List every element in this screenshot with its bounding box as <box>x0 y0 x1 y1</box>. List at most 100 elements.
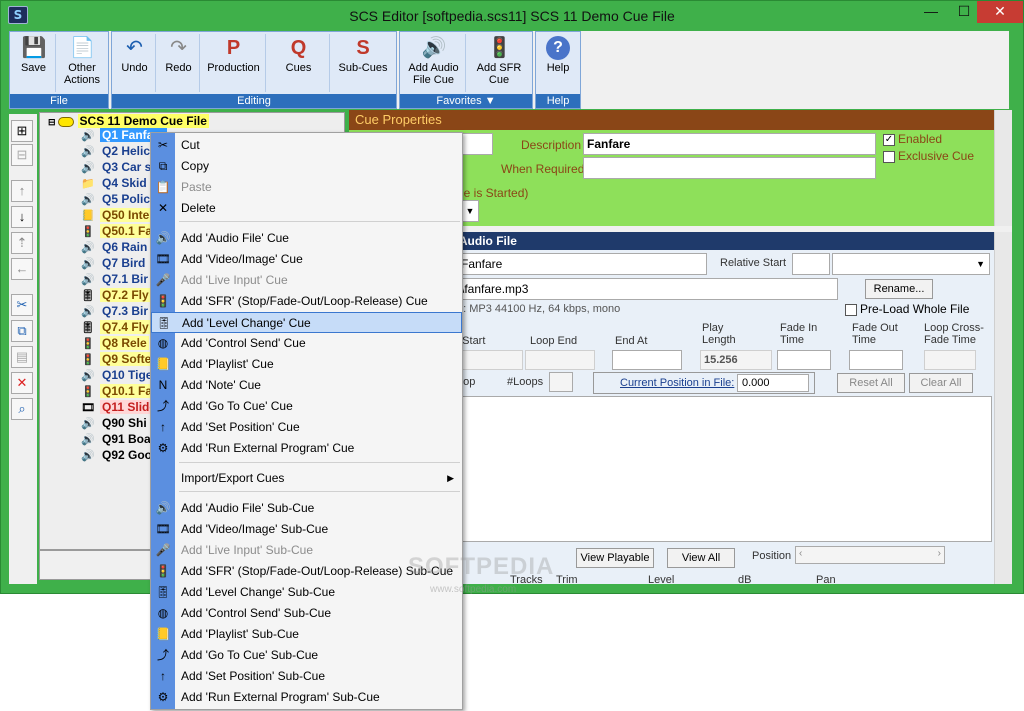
chevron-right-icon[interactable]: › <box>938 548 941 559</box>
view-playable-button[interactable]: View Playable <box>576 548 654 568</box>
move-down-icon[interactable]: ↓ <box>11 206 33 228</box>
expand-all-icon[interactable]: ⊞ <box>11 120 33 142</box>
menu-item[interactable]: ✂ Cut <box>151 135 462 156</box>
tree-item[interactable]: 📁 Q4 Skid <box>80 176 149 192</box>
menu-item[interactable]: N Add 'Note' Cue <box>151 375 462 396</box>
tree-item[interactable]: 📒 Q50 Inte <box>80 208 152 224</box>
delete-icon[interactable]: ✕ <box>11 372 33 394</box>
tree-item[interactable]: 🔊 Q2 Helic <box>80 144 152 160</box>
description-field[interactable]: Fanfare <box>583 133 876 155</box>
position-scrollbar[interactable]: ‹ › <box>795 546 945 564</box>
find-icon[interactable]: ⌕ <box>11 398 33 420</box>
save-button[interactable]: 💾 Save <box>12 34 56 92</box>
tree-item[interactable]: 🎚 Q7.4 Fly <box>80 320 151 336</box>
collapse-node-icon[interactable]: ⊟ <box>48 117 56 127</box>
menu-item[interactable]: 🚦 Add 'SFR' (Stop/Fade-Out/Loop-Release) … <box>151 291 462 312</box>
tree-item[interactable]: 🔊 Q7 Bird <box>80 256 147 272</box>
menu-item[interactable]: ◍ Add 'Control Send' Sub-Cue <box>151 603 462 624</box>
subcues-button[interactable]: S Sub-Cues ▼ <box>332 34 394 104</box>
scissors-icon[interactable]: ✂ <box>11 294 33 316</box>
close-button[interactable]: ✕ <box>977 1 1023 23</box>
rename-button[interactable]: Rename... <box>865 279 933 299</box>
menu-item[interactable]: 📒 Add 'Playlist' Sub-Cue <box>151 624 462 645</box>
undo-button[interactable]: ↶ Undo ▼ <box>114 34 156 104</box>
fade-in-field[interactable] <box>777 350 831 370</box>
collapse-icon[interactable]: ⊟ <box>11 144 33 166</box>
tree-root[interactable]: ⊟ SCS 11 Demo Cue File <box>48 114 209 128</box>
tree-item[interactable]: 🔊 Q7.3 Bir <box>80 304 150 320</box>
fade-out-field[interactable] <box>849 350 903 370</box>
menu-item[interactable]: ⚙ Add 'Run External Program' Cue <box>151 438 462 459</box>
copy-icon[interactable]: ⧉ <box>11 320 33 342</box>
clear-all-button[interactable]: Clear All <box>909 373 973 393</box>
loop-end-field[interactable] <box>525 350 595 370</box>
tree-item[interactable]: 🎚 Q7.2 Fly <box>80 288 151 304</box>
tree-item[interactable]: 🔊 Q7.1 Bir <box>80 272 150 288</box>
menu-item[interactable]: 📒 Add 'Playlist' Cue <box>151 354 462 375</box>
subcue-name-field[interactable]: Fanfare <box>457 253 707 275</box>
paste-icon[interactable]: ▤ <box>11 346 33 368</box>
redo-button[interactable]: ↷ Redo ▼ <box>158 34 200 104</box>
maximize-button[interactable]: ☐ <box>949 1 979 23</box>
add-audio-file-cue-button[interactable]: 🔊 Add Audio File Cue <box>402 34 466 92</box>
menu-item[interactable]: 🎞 Add 'Video/Image' Sub-Cue <box>151 519 462 540</box>
tree-item[interactable]: 🚦 Q9 Softe <box>80 352 154 368</box>
when-required-field[interactable] <box>583 157 876 179</box>
menu-item[interactable]: 🎚 Add 'Level Change' Sub-Cue <box>151 582 462 603</box>
relative-start-field[interactable] <box>792 253 830 275</box>
reset-all-button[interactable]: Reset All <box>837 373 905 393</box>
end-at-field[interactable] <box>612 350 682 370</box>
minimize-button[interactable]: — <box>916 1 946 23</box>
tree-item[interactable]: 🎞 Q11 Slide <box>80 400 159 416</box>
tree-item[interactable]: 🔊 Q10 Tige <box>80 368 154 384</box>
tree-item[interactable]: 🔊 Q5 Polic <box>80 192 152 208</box>
tree-item[interactable]: 🚦 Q50.1 Fa <box>80 224 155 240</box>
move-up-icon[interactable]: ↑ <box>11 180 33 202</box>
cue-number-field[interactable] <box>461 133 493 155</box>
loop-crossfade-field[interactable] <box>924 350 976 370</box>
tree-item[interactable]: 🔊 Q92 Goo <box>80 448 154 464</box>
move-left-icon[interactable]: ← <box>11 258 33 280</box>
menu-item[interactable]: ↑ Add 'Set Position' Cue <box>151 417 462 438</box>
relative-start-dropdown[interactable]: ▼ <box>832 253 990 275</box>
menu-item[interactable]: Import/Export Cues ▶ <box>151 468 462 489</box>
menu-item[interactable]: ↑ Add 'Set Position' Sub-Cue <box>151 666 462 687</box>
menu-item[interactable]: 🔊 Add 'Audio File' Cue <box>151 228 462 249</box>
menu-item[interactable]: ⤴ Add 'Go To Cue' Sub-Cue <box>151 645 462 666</box>
tree-item[interactable]: 🔊 Q90 Shi <box>80 416 149 432</box>
loops-field[interactable] <box>549 372 573 392</box>
tree-item[interactable]: 🔊 Q3 Car s <box>80 160 153 176</box>
activation-dropdown-arrow-icon[interactable]: ▼ <box>461 200 479 222</box>
tree-item[interactable]: 🚦 Q8 Rele <box>80 336 149 352</box>
properties-scrollbar[interactable] <box>994 110 1012 226</box>
loop-start-field[interactable] <box>461 350 523 370</box>
tree-item[interactable]: 🔊 Q91 Boa <box>80 432 153 448</box>
add-sfr-cue-button[interactable]: 🚦 Add SFR Cue <box>468 34 530 92</box>
current-position-label[interactable]: Current Position in File: <box>620 377 734 389</box>
audio-file-field[interactable]: \fanfare.mp3 <box>457 278 838 300</box>
menu-item[interactable]: ◍ Add 'Control Send' Cue <box>151 333 462 354</box>
menu-item[interactable]: 🔊 Add 'Audio File' Sub-Cue <box>151 498 462 519</box>
cues-button[interactable]: Q Cues ▼ <box>268 34 330 104</box>
menu-item[interactable]: 🎚 Add 'Level Change' Cue <box>151 312 462 333</box>
tree-item[interactable]: 🚦 Q10.1 Fa <box>80 384 155 400</box>
preload-checkbox[interactable]: Pre-Load Whole File <box>845 302 969 316</box>
menu-item[interactable]: ⧉ Copy <box>151 156 462 177</box>
menu-item[interactable]: ✕ Delete <box>151 198 462 219</box>
move-up-out-icon[interactable]: ⇡ <box>11 232 33 254</box>
favorites-dropdown[interactable]: Favorites ▼ <box>400 94 532 108</box>
help-button[interactable]: ? Help <box>538 34 578 92</box>
waveform-area[interactable] <box>457 396 992 542</box>
view-all-button[interactable]: View All <box>667 548 735 568</box>
menu-item[interactable]: ⤴ Add 'Go To Cue' Cue <box>151 396 462 417</box>
enabled-checkbox[interactable]: ✓ Enabled <box>883 132 942 146</box>
chevron-left-icon[interactable]: ‹ <box>799 548 802 559</box>
exclusive-cue-checkbox[interactable]: Exclusive Cue <box>883 149 974 163</box>
production-button[interactable]: P Production ▼ <box>202 34 266 104</box>
current-position-field[interactable]: 0.000 <box>737 374 809 392</box>
other-actions-button[interactable]: 📄 Other Actions ▼ <box>58 34 106 104</box>
tree-item[interactable]: 🔊 Q6 Rain <box>80 240 149 256</box>
menu-item[interactable]: 🎞 Add 'Video/Image' Cue <box>151 249 462 270</box>
menu-item[interactable]: ⚙ Add 'Run External Program' Sub-Cue <box>151 687 462 708</box>
subcue-scrollbar[interactable] <box>994 232 1012 584</box>
